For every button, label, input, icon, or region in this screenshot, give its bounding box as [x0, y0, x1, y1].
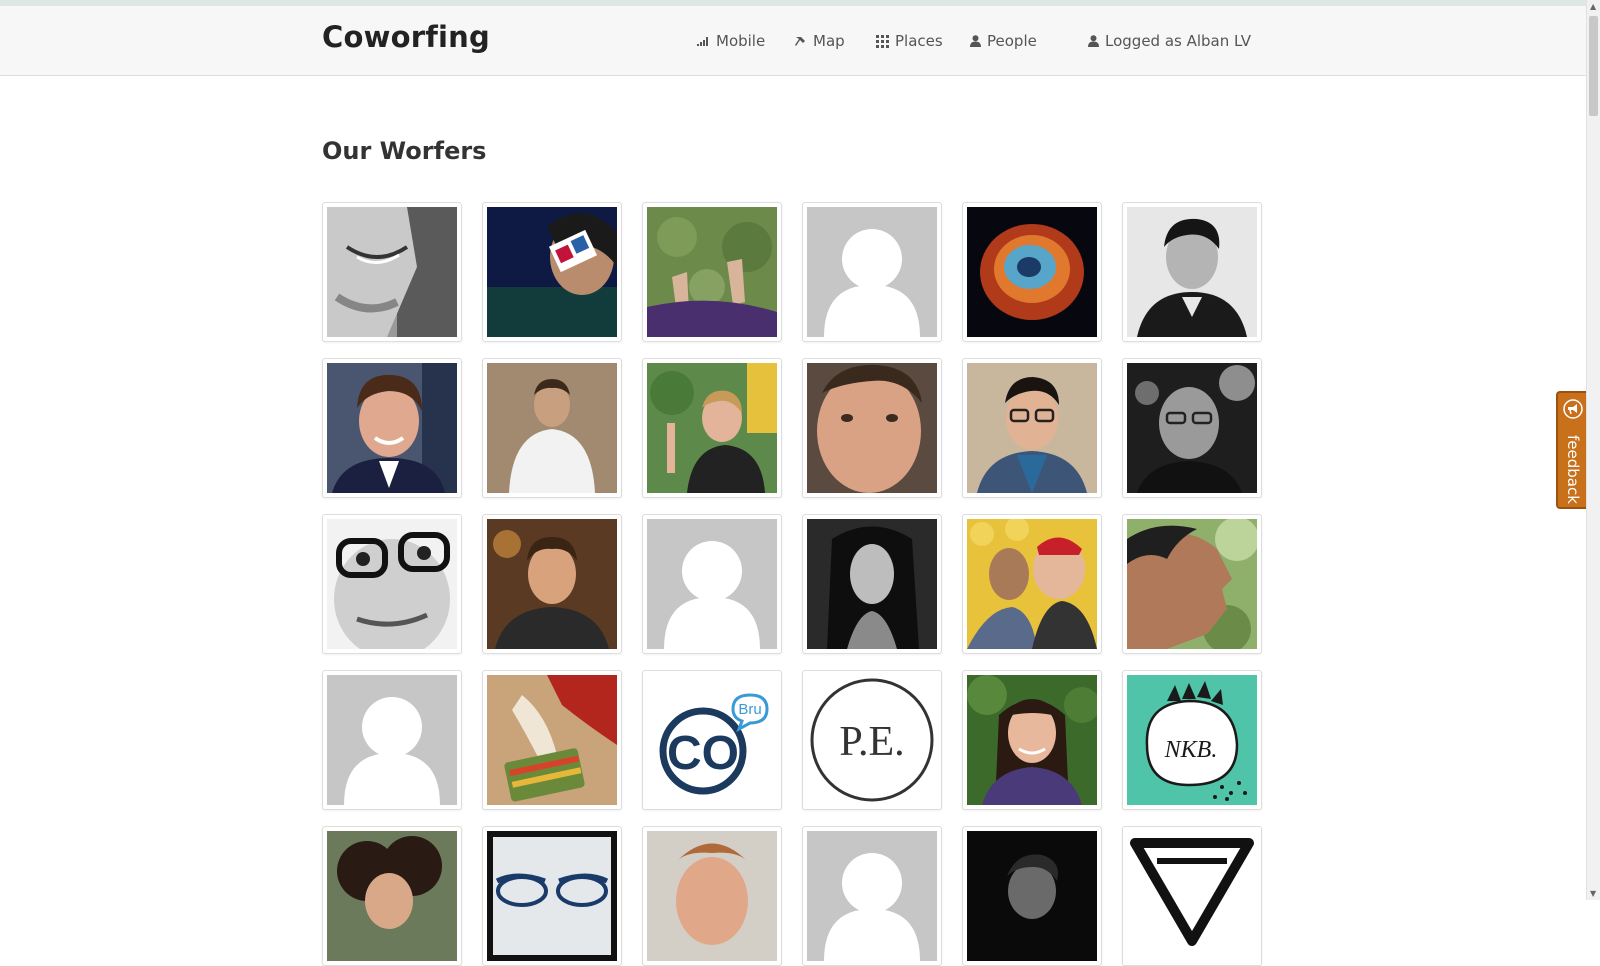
svg-text:CO: CO: [667, 727, 739, 780]
pin-icon: [794, 35, 807, 48]
profile-thumbnail[interactable]: [322, 202, 462, 342]
nav-places[interactable]: Places: [876, 32, 943, 50]
profile-photo: [967, 363, 1097, 493]
profile-thumbnail[interactable]: [802, 514, 942, 654]
nav-mobile[interactable]: Mobile: [697, 32, 765, 50]
profile-photo: [487, 831, 617, 961]
user-icon: [970, 35, 981, 47]
profile-thumbnail[interactable]: CO Bru: [642, 670, 782, 810]
profile-photo: [647, 363, 777, 493]
profile-thumbnail[interactable]: [962, 514, 1102, 654]
profile-photo: [967, 831, 1097, 961]
profile-thumbnail[interactable]: [962, 202, 1102, 342]
profile-thumbnail[interactable]: [642, 358, 782, 498]
nav-places-label: Places: [895, 32, 943, 50]
profile-thumbnail[interactable]: [322, 826, 462, 966]
profile-thumbnail[interactable]: [802, 826, 942, 966]
profile-photo: [487, 675, 617, 805]
profile-thumbnail[interactable]: [1122, 826, 1262, 966]
default-avatar-placeholder: [807, 207, 937, 337]
profile-thumbnail[interactable]: [802, 202, 942, 342]
profile-photo: [1127, 519, 1257, 649]
grid-icon: [876, 34, 889, 48]
profile-photo: [967, 675, 1097, 805]
profile-thumbnail[interactable]: [322, 514, 462, 654]
navbar: Coworfing Mobile Map Places People Logge…: [0, 6, 1586, 76]
nav-account-label: Logged as Alban LV: [1105, 32, 1251, 50]
profile-thumbnail[interactable]: [482, 202, 622, 342]
profile-thumbnail[interactable]: P.E.: [802, 670, 942, 810]
profile-thumbnail[interactable]: [802, 358, 942, 498]
profile-thumbnail[interactable]: [962, 826, 1102, 966]
profile-thumbnail[interactable]: [642, 514, 782, 654]
profile-thumbnail[interactable]: [482, 826, 622, 966]
profile-photo: [487, 363, 617, 493]
feedback-label: feedback: [1564, 434, 1582, 504]
profile-thumbnail[interactable]: [482, 514, 622, 654]
profile-photo: [967, 519, 1097, 649]
scroll-up-icon[interactable]: ▲: [1590, 2, 1596, 11]
svg-text:P.E.: P.E.: [839, 719, 904, 765]
brand-logo[interactable]: Coworfing: [322, 20, 490, 54]
nav-map[interactable]: Map: [794, 32, 845, 50]
profile-thumbnail[interactable]: [1122, 202, 1262, 342]
profile-logo: CO Bru: [647, 675, 777, 805]
profile-thumbnail[interactable]: [482, 670, 622, 810]
profile-photo: [1127, 363, 1257, 493]
profile-photo: [327, 363, 457, 493]
default-avatar-placeholder: [647, 519, 777, 649]
profile-thumbnail[interactable]: [322, 358, 462, 498]
profile-thumbnail[interactable]: [1122, 514, 1262, 654]
scrollbar-thumb[interactable]: [1589, 16, 1598, 116]
profile-photo: [647, 207, 777, 337]
profile-thumbnail[interactable]: [482, 358, 622, 498]
profile-thumbnail[interactable]: [642, 826, 782, 966]
profile-photo: [327, 519, 457, 649]
profile-photo: [487, 207, 617, 337]
user-icon: [1088, 35, 1099, 47]
profile-photo: [487, 519, 617, 649]
profile-photo: [807, 363, 937, 493]
profile-photo: [647, 831, 777, 961]
profile-photo: [1127, 207, 1257, 337]
profile-thumbnail[interactable]: [642, 202, 782, 342]
megaphone-icon: [1563, 399, 1583, 423]
profile-logo: [1127, 831, 1257, 961]
profile-photo: [327, 831, 457, 961]
profile-thumbnail[interactable]: NKB.: [1122, 670, 1262, 810]
feedback-tab[interactable]: feedback: [1556, 391, 1586, 509]
profile-thumbnail[interactable]: [1122, 358, 1262, 498]
profile-thumbnail[interactable]: [322, 670, 462, 810]
nav-map-label: Map: [813, 32, 845, 50]
signal-icon: [697, 36, 710, 46]
default-avatar-placeholder: [807, 831, 937, 961]
default-avatar-placeholder: [327, 675, 457, 805]
profile-photo: [807, 519, 937, 649]
svg-text:Bru: Bru: [738, 701, 761, 718]
scroll-down-icon[interactable]: ▼: [1590, 889, 1596, 898]
profile-thumbnail[interactable]: [962, 670, 1102, 810]
profile-thumbnail[interactable]: [962, 358, 1102, 498]
nav-people[interactable]: People: [970, 32, 1037, 50]
profile-photo: [327, 207, 457, 337]
nav-people-label: People: [987, 32, 1037, 50]
svg-text:NKB.: NKB.: [1164, 737, 1218, 763]
profile-logo: NKB.: [1127, 675, 1257, 805]
nav-mobile-label: Mobile: [716, 32, 766, 50]
nav-account[interactable]: Logged as Alban LV: [1088, 32, 1251, 50]
page-title: Our Worfers: [322, 137, 487, 165]
profile-photo: [967, 207, 1097, 337]
profile-logo: P.E.: [807, 675, 937, 805]
vertical-scrollbar[interactable]: ▲ ▼: [1586, 0, 1600, 900]
